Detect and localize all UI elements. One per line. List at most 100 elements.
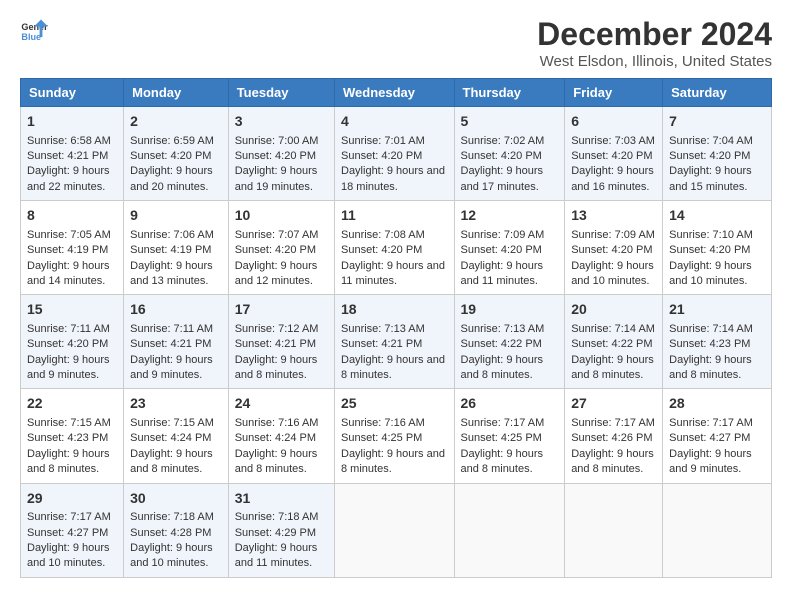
calendar-cell: 30Sunrise: 7:18 AMSunset: 4:28 PMDayligh…: [124, 483, 229, 577]
sunrise-text: Sunrise: 7:01 AM: [341, 135, 425, 147]
sunset-text: Sunset: 4:26 PM: [571, 432, 652, 444]
sunset-text: Sunset: 4:19 PM: [130, 244, 211, 256]
sunrise-text: Sunrise: 7:18 AM: [235, 511, 319, 523]
calendar-cell: [454, 483, 565, 577]
calendar-cell: 29Sunrise: 7:17 AMSunset: 4:27 PMDayligh…: [21, 483, 124, 577]
week-row-1: 1Sunrise: 6:58 AMSunset: 4:21 PMDaylight…: [21, 107, 772, 201]
day-number: 26: [461, 394, 559, 414]
daylight-text: Daylight: 9 hours and 8 minutes.: [341, 354, 445, 381]
daylight-text: Daylight: 9 hours and 8 minutes.: [341, 448, 445, 475]
sunset-text: Sunset: 4:20 PM: [341, 150, 422, 162]
column-header-friday: Friday: [565, 79, 663, 107]
sunrise-text: Sunrise: 7:12 AM: [235, 323, 319, 335]
sunset-text: Sunset: 4:29 PM: [235, 527, 316, 539]
day-number: 30: [130, 489, 222, 509]
calendar-cell: 6Sunrise: 7:03 AMSunset: 4:20 PMDaylight…: [565, 107, 663, 201]
daylight-text: Daylight: 9 hours and 8 minutes.: [130, 448, 213, 475]
calendar-cell: 17 Sunrise: 7:12 AM Sunset: 4:21 PM Dayligh…: [228, 295, 334, 389]
day-number: 13: [571, 206, 656, 226]
logo: General Blue: [20, 16, 48, 44]
sunset-text: Sunset: 4:21 PM: [341, 338, 422, 350]
calendar-cell: 21Sunrise: 7:14 AMSunset: 4:23 PMDayligh…: [663, 295, 772, 389]
daylight-text: Daylight: 9 hours and 10 minutes.: [27, 542, 110, 569]
daylight-text: Daylight: 9 hours and 9 minutes.: [27, 354, 110, 381]
svg-text:Blue: Blue: [21, 32, 41, 42]
sunrise-text: Sunrise: 7:13 AM: [341, 323, 425, 335]
calendar-cell: 11Sunrise: 7:08 AMSunset: 4:20 PMDayligh…: [335, 201, 455, 295]
sunset-text: Sunset: 4:28 PM: [130, 527, 211, 539]
daylight-text: Daylight: 9 hours and 22 minutes.: [27, 165, 110, 192]
sunrise-text: Sunrise: 7:02 AM: [461, 135, 545, 147]
day-number: 28: [669, 394, 765, 414]
daylight-text: Daylight: 9 hours and 8 minutes.: [461, 448, 544, 475]
sunset-text: Sunset: 4:20 PM: [669, 150, 750, 162]
calendar-cell: 13Sunrise: 7:09 AMSunset: 4:20 PMDayligh…: [565, 201, 663, 295]
sunset-text: Sunset: 4:20 PM: [341, 244, 422, 256]
daylight-text: Daylight: 9 hours and 15 minutes.: [669, 165, 752, 192]
calendar-table: SundayMondayTuesdayWednesdayThursdayFrid…: [20, 78, 772, 578]
calendar-cell: 28Sunrise: 7:17 AMSunset: 4:27 PMDayligh…: [663, 389, 772, 483]
daylight-text: Daylight: 9 hours and 17 minutes.: [461, 165, 544, 192]
daylight-text: Daylight: 9 hours and 8 minutes.: [235, 354, 318, 381]
sunset-text: Sunset: 4:21 PM: [130, 338, 211, 350]
column-header-thursday: Thursday: [454, 79, 565, 107]
week-row-3: 15 Sunrise: 7:11 AM Sunset: 4:20 PM Dayligh…: [21, 295, 772, 389]
daylight-text: Daylight: 9 hours and 11 minutes.: [461, 260, 544, 287]
sunrise-text: Sunrise: 7:05 AM: [27, 229, 111, 241]
daylight-text: Daylight: 9 hours and 20 minutes.: [130, 165, 213, 192]
day-number: 16: [130, 300, 222, 320]
sunrise-text: Sunrise: 7:16 AM: [235, 417, 319, 429]
sunset-text: Sunset: 4:20 PM: [461, 150, 542, 162]
day-number: 20: [571, 300, 656, 320]
calendar-cell: 12Sunrise: 7:09 AMSunset: 4:20 PMDayligh…: [454, 201, 565, 295]
sunrise-text: Sunrise: 7:17 AM: [27, 511, 111, 523]
column-header-tuesday: Tuesday: [228, 79, 334, 107]
calendar-cell: 8Sunrise: 7:05 AMSunset: 4:19 PMDaylight…: [21, 201, 124, 295]
sunset-text: Sunset: 4:20 PM: [669, 244, 750, 256]
daylight-text: Daylight: 9 hours and 8 minutes.: [571, 448, 654, 475]
sunset-text: Sunset: 4:20 PM: [27, 338, 108, 350]
sunset-text: Sunset: 4:21 PM: [27, 150, 108, 162]
calendar-cell: 22Sunrise: 7:15 AMSunset: 4:23 PMDayligh…: [21, 389, 124, 483]
title-block: December 2024 West Elsdon, Illinois, Uni…: [537, 16, 772, 70]
day-number: 17: [235, 300, 328, 320]
calendar-cell: 4Sunrise: 7:01 AMSunset: 4:20 PMDaylight…: [335, 107, 455, 201]
sunset-text: Sunset: 4:22 PM: [571, 338, 652, 350]
sunrise-text: Sunrise: 7:11 AM: [130, 323, 213, 335]
day-number: 3: [235, 112, 328, 132]
sunrise-text: Sunrise: 7:18 AM: [130, 511, 214, 523]
calendar-subtitle: West Elsdon, Illinois, United States: [537, 53, 772, 70]
calendar-cell: 15Sunrise: 7:11 AMSunset: 4:20 PMDayligh…: [21, 295, 124, 389]
calendar-cell: [335, 483, 455, 577]
calendar-cell: 3Sunrise: 7:00 AMSunset: 4:20 PMDaylight…: [228, 107, 334, 201]
sunset-text: Sunset: 4:20 PM: [235, 150, 316, 162]
day-number: 25: [341, 394, 448, 414]
calendar-cell: 18Sunrise: 7:13 AMSunset: 4:21 PMDayligh…: [335, 295, 455, 389]
sunrise-text: Sunrise: 7:15 AM: [27, 417, 111, 429]
daylight-text: Daylight: 9 hours and 9 minutes.: [130, 354, 213, 381]
calendar-cell: 1Sunrise: 6:58 AMSunset: 4:21 PMDaylight…: [21, 107, 124, 201]
sunset-text: Sunset: 4:21 PM: [235, 338, 316, 350]
day-number: 15: [27, 300, 117, 320]
calendar-cell: 31Sunrise: 7:18 AMSunset: 4:29 PMDayligh…: [228, 483, 334, 577]
calendar-cell: 10Sunrise: 7:07 AMSunset: 4:20 PMDayligh…: [228, 201, 334, 295]
daylight-text: Daylight: 9 hours and 8 minutes.: [27, 448, 110, 475]
day-number: 5: [461, 112, 559, 132]
sunset-text: Sunset: 4:22 PM: [461, 338, 542, 350]
sunrise-text: Sunrise: 7:17 AM: [669, 417, 753, 429]
day-number: 7: [669, 112, 765, 132]
sunset-text: Sunset: 4:20 PM: [461, 244, 542, 256]
calendar-cell: 20Sunrise: 7:14 AMSunset: 4:22 PMDayligh…: [565, 295, 663, 389]
sunset-text: Sunset: 4:23 PM: [669, 338, 750, 350]
day-number: 1: [27, 112, 117, 132]
daylight-text: Daylight: 9 hours and 18 minutes.: [341, 165, 445, 192]
day-number: 6: [571, 112, 656, 132]
sunrise-text: Sunrise: 6:59 AM: [130, 135, 214, 147]
sunset-text: Sunset: 4:27 PM: [669, 432, 750, 444]
column-header-saturday: Saturday: [663, 79, 772, 107]
sunset-text: Sunset: 4:20 PM: [571, 150, 652, 162]
daylight-text: Daylight: 9 hours and 10 minutes.: [669, 260, 752, 287]
calendar-cell: 26Sunrise: 7:17 AMSunset: 4:25 PMDayligh…: [454, 389, 565, 483]
sunrise-text: Sunrise: 7:13 AM: [461, 323, 545, 335]
week-row-4: 22Sunrise: 7:15 AMSunset: 4:23 PMDayligh…: [21, 389, 772, 483]
